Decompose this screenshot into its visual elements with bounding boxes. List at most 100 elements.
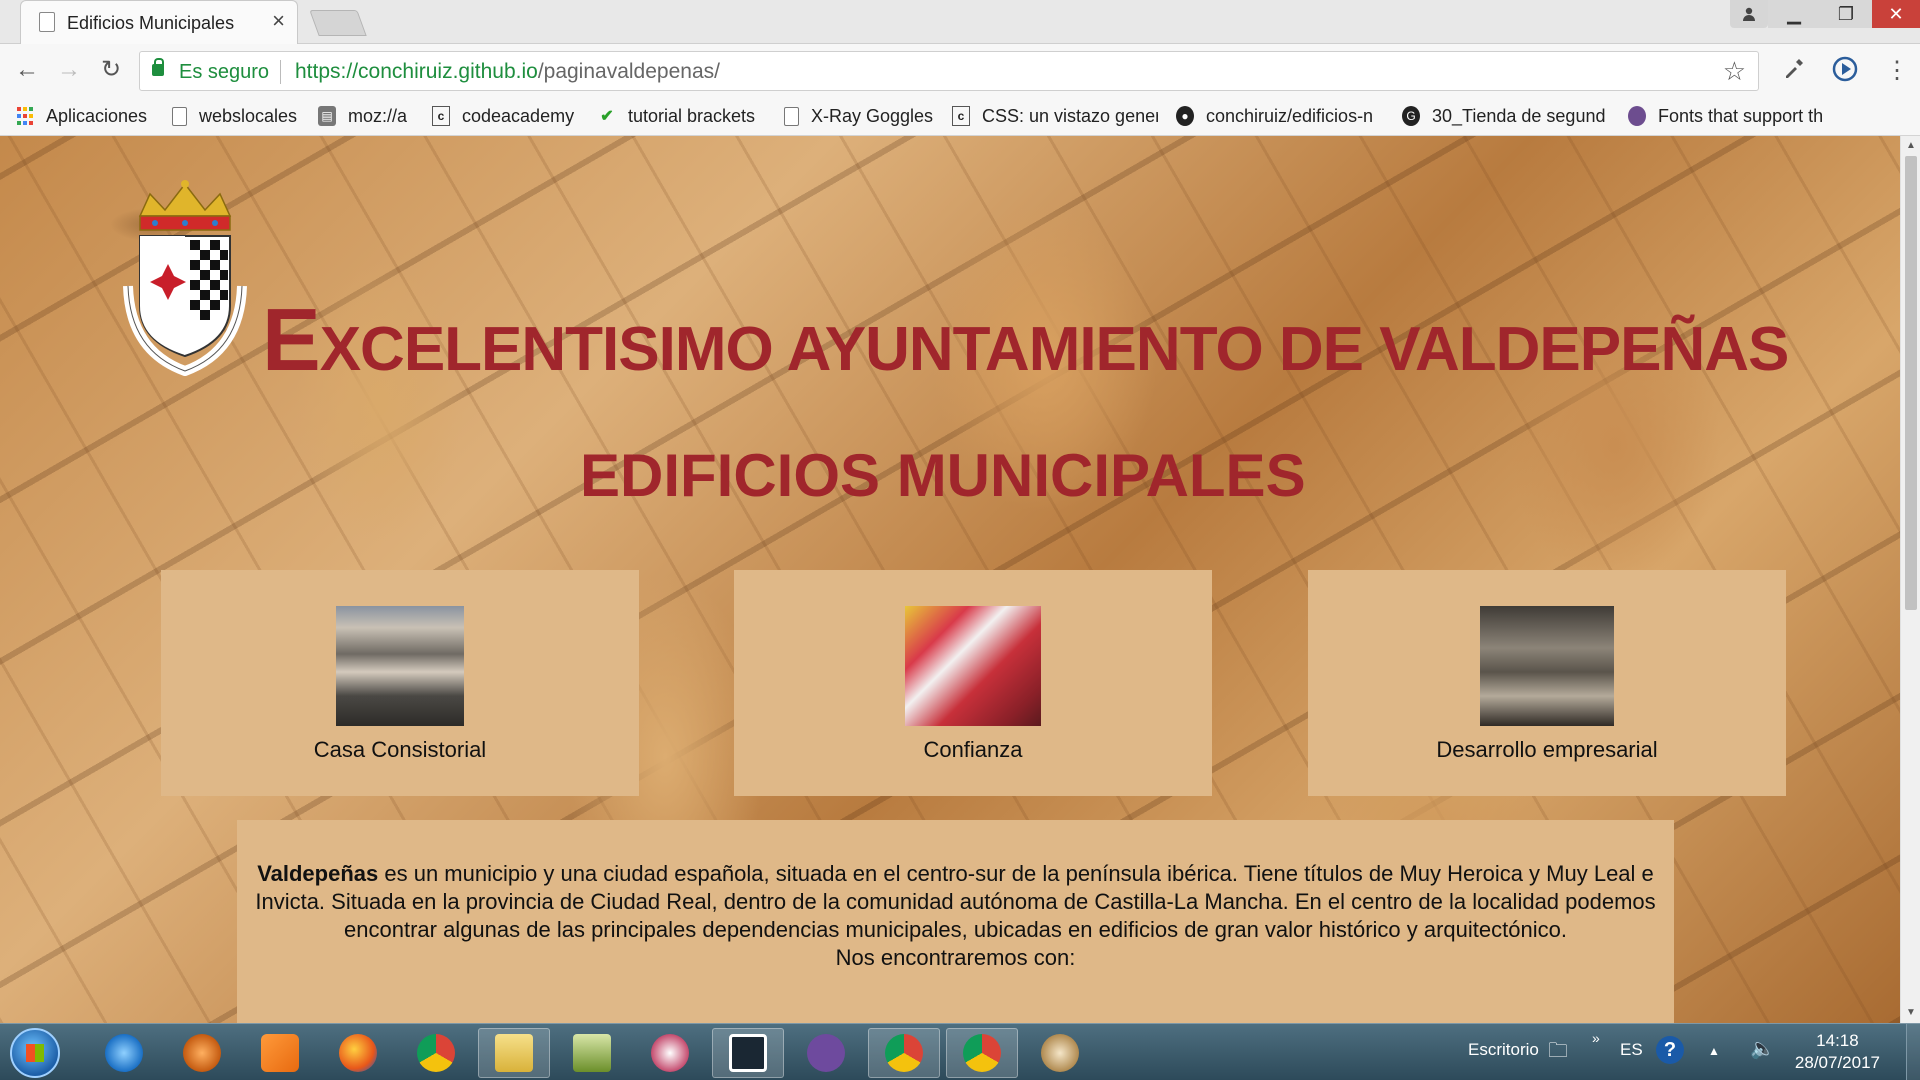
glove-app-icon <box>183 1034 221 1072</box>
media-player-icon <box>261 1034 299 1072</box>
folder-tray-icon[interactable]: 🗀 <box>1548 1036 1568 1070</box>
card-casa-consistorial[interactable]: Casa Consistorial <box>161 570 639 796</box>
scroll-up-arrow-icon[interactable]: ▲ <box>1901 136 1920 156</box>
chevron-double-icon[interactable]: » <box>1592 1030 1600 1046</box>
card-label[interactable]: Casa Consistorial <box>161 737 639 763</box>
windows-taskbar: Escritorio 🗀 » ES ? ▲ 🔈 14:18 28/07/2017 <box>0 1023 1920 1080</box>
bookmark-label: CSS: un vistazo gener <box>982 105 1158 126</box>
taskbar-installer[interactable] <box>556 1028 628 1078</box>
circle-g-icon: G <box>1402 106 1420 126</box>
start-button[interactable] <box>10 1028 60 1078</box>
system-clock[interactable]: 14:18 28/07/2017 <box>1795 1030 1880 1074</box>
checkmark-icon: ✔ <box>600 108 614 125</box>
taskbar-gimp[interactable] <box>166 1028 238 1078</box>
desarrollo-empresarial-photo[interactable] <box>1480 606 1614 726</box>
card-label[interactable]: Desarrollo empresarial <box>1308 737 1786 763</box>
bookmark-webslocales[interactable]: webslocales <box>172 104 297 128</box>
bookmark-tienda-segunda[interactable]: G 30_Tienda de segund <box>1402 104 1608 128</box>
valdepenas-crest-icon <box>123 180 247 376</box>
taskbar-brackets[interactable] <box>712 1028 784 1078</box>
bookmark-css-vistazo[interactable]: c CSS: un vistazo gener <box>952 104 1158 128</box>
taskbar-github-desktop[interactable] <box>790 1028 862 1078</box>
show-hidden-icons-icon[interactable]: ▲ <box>1708 1044 1720 1058</box>
taskbar-paint[interactable] <box>1024 1028 1096 1078</box>
scroll-down-arrow-icon[interactable]: ▼ <box>1901 1003 1920 1023</box>
close-window-button[interactable]: ✕ <box>1872 0 1920 28</box>
confianza-photo[interactable] <box>905 606 1041 726</box>
taskbar-firefox[interactable] <box>322 1028 394 1078</box>
taskbar-internet-explorer[interactable] <box>88 1028 160 1078</box>
volume-icon[interactable]: 🔈 <box>1750 1036 1775 1061</box>
new-tab-button[interactable] <box>309 10 367 36</box>
bookmark-xray-goggles[interactable]: X-Ray Goggles <box>784 104 933 128</box>
intro-text-box: Valdepeñas es un municipio y una ciudad … <box>237 820 1674 1023</box>
page-scrollbar[interactable]: ▲ ▼ <box>1900 136 1920 1023</box>
page-icon <box>172 106 187 126</box>
codecademy-icon: c <box>432 106 450 126</box>
page-favicon-icon <box>39 12 55 32</box>
bookmark-label: codeacademy <box>462 105 575 126</box>
back-arrow-icon[interactable]: ← <box>12 56 42 86</box>
bookmark-label: webslocales <box>199 105 298 126</box>
bookmark-mozilla[interactable]: ▤ moz://a <box>318 104 407 128</box>
browser-tab-active[interactable]: Edificios Municipales × <box>20 0 298 44</box>
heading-initial: E <box>262 290 321 389</box>
github-icon <box>807 1034 845 1072</box>
taskbar-media-player[interactable] <box>244 1028 316 1078</box>
card-confianza[interactable]: Confianza <box>734 570 1212 796</box>
casa-consistorial-photo[interactable] <box>336 606 464 726</box>
taskbar-chrome-3[interactable] <box>946 1028 1018 1078</box>
show-desktop-button[interactable] <box>1906 1024 1920 1080</box>
scissors-icon <box>651 1034 689 1072</box>
chrome-icon <box>963 1034 1001 1072</box>
reload-icon[interactable]: ↻ <box>96 56 126 86</box>
menu-icon[interactable]: ⋮ <box>1885 56 1909 85</box>
intro-paragraph: Valdepeñas es un municipio y una ciudad … <box>251 860 1660 944</box>
bookmark-fonts-support[interactable]: Fonts that support th <box>1628 104 1834 128</box>
bookmark-conchiruiz-github[interactable]: ● conchiruiz/edificios-n <box>1176 104 1382 128</box>
intro-more: Nos encontraremos con: <box>835 945 1076 970</box>
profile-icon[interactable] <box>1730 0 1768 28</box>
apps-grid-icon <box>16 106 34 126</box>
page-viewport: Excelentisimo Ayuntamiento de Valdepeñas… <box>0 136 1900 1023</box>
url-text[interactable]: https://conchiruiz.github.io/paginavalde… <box>295 60 720 84</box>
omnibox-separator <box>280 60 281 84</box>
card-desarrollo-empresarial[interactable]: Desarrollo empresarial <box>1308 570 1786 796</box>
bookmark-label: conchiruiz/edificios-n <box>1206 105 1374 126</box>
purple-logo-icon <box>1628 106 1646 126</box>
taskbar-snipping-tool[interactable] <box>634 1028 706 1078</box>
github-icon: ● <box>1176 106 1194 126</box>
bookmark-codeacademy[interactable]: c codeacademy <box>432 104 574 128</box>
forward-arrow-icon[interactable]: → <box>54 56 84 86</box>
bookmark-tutorial-brackets[interactable]: ✔ tutorial brackets <box>598 104 755 128</box>
chrome-icon <box>885 1034 923 1072</box>
clock-date: 28/07/2017 <box>1794 1053 1880 1072</box>
bookmark-aplicaciones[interactable]: Aplicaciones <box>16 104 147 128</box>
taskbar-chrome-1[interactable] <box>400 1028 472 1078</box>
card-label[interactable]: Confianza <box>734 737 1212 763</box>
help-icon[interactable]: ? <box>1656 1036 1684 1064</box>
tab-close-icon[interactable]: × <box>272 10 285 32</box>
scroll-thumb[interactable] <box>1905 156 1917 610</box>
bookmark-label: X-Ray Goggles <box>811 105 934 126</box>
heading-rest: xcelentisimo Ayuntamiento de Valdepeñas <box>319 315 1790 384</box>
maximize-button[interactable]: ❐ <box>1820 0 1872 28</box>
language-indicator[interactable]: ES <box>1620 1040 1643 1060</box>
url-path: /paginavaldepenas/ <box>537 60 720 83</box>
address-bar[interactable]: Es seguro https://conchiruiz.github.io/p… <box>139 51 1759 91</box>
taskbar-chrome-2[interactable] <box>868 1028 940 1078</box>
bookmark-star-icon[interactable]: ☆ <box>1723 56 1746 87</box>
bookmark-page-icon: ▤ <box>318 106 336 126</box>
page-subheading: EDIFICIOS MUNICIPALES <box>580 442 1306 509</box>
installer-icon <box>573 1034 611 1072</box>
desktop-toolbar-label[interactable]: Escritorio <box>1468 1040 1539 1060</box>
taskbar-file-explorer[interactable] <box>478 1028 550 1078</box>
eyedropper-extension-icon[interactable] <box>1782 56 1806 87</box>
play-extension-icon[interactable] <box>1832 56 1858 89</box>
page-heading: Excelentisimo Ayuntamiento de Valdepeñas <box>262 296 1789 384</box>
minimize-button[interactable]: ▁ <box>1768 0 1820 28</box>
bookmark-label: tutorial brackets <box>628 105 756 126</box>
bookmark-label: Aplicaciones <box>46 105 148 126</box>
intro-text: es un municipio y una ciudad española, s… <box>255 861 1656 942</box>
codecademy-icon: c <box>952 106 970 126</box>
